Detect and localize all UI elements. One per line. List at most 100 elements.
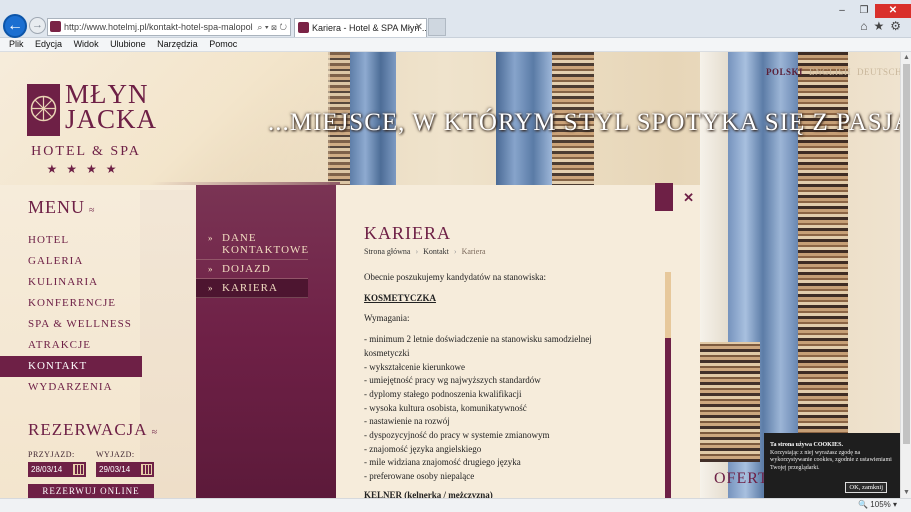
restore-icon[interactable]: ❐ bbox=[853, 4, 875, 18]
job-title: KELNER (kelnerka / mężczyzna) bbox=[364, 489, 493, 498]
logo-name: MŁYN JACKA bbox=[65, 79, 158, 134]
hero-tagline: ...MIEJSCE, W KTÓRYM STYL SPOTYKA SIĘ Z … bbox=[268, 109, 900, 136]
page-scrollbar[interactable]: ▲ ▼ bbox=[900, 52, 911, 498]
menu-title[interactable]: MENU ≈ bbox=[28, 197, 96, 218]
menu-item-wydarzenia[interactable]: WYDARZENIA bbox=[0, 377, 200, 398]
tab-title: Kariera - Hotel & SPA Młyn ... bbox=[312, 23, 427, 33]
content-body: Obecnie poszukujemy kandydatów na stanow… bbox=[364, 271, 630, 498]
lang-english[interactable]: ENGLISH bbox=[809, 67, 851, 77]
book-online-button[interactable]: REZERWUJ ONLINE bbox=[28, 484, 154, 498]
submenu-panel: » DANE KONTAKTOWE » DOJAZD » KARIERA bbox=[196, 185, 336, 498]
intro-text: Obecnie poszukujemy kandydatów na stanow… bbox=[364, 272, 546, 282]
arrow-right-icon: » bbox=[208, 264, 214, 274]
chevron-up-icon: ≈ bbox=[89, 205, 96, 216]
browser-tab-active[interactable]: Kariera - Hotel & SPA Młyn ... ✕ bbox=[294, 18, 427, 37]
menu-widok[interactable]: Widok bbox=[74, 38, 99, 51]
arrow-right-icon: → bbox=[32, 19, 43, 31]
browser-menubar: Plik Edycja Widok Ulubione Narzędzia Pom… bbox=[0, 38, 911, 52]
requirement-item: - umiejętność pracy wg najwyższych stand… bbox=[364, 375, 541, 386]
main-menu: HOTEL GALERIA KULINARIA KONFERENCJE SPA … bbox=[0, 230, 200, 398]
arrow-left-icon: ← bbox=[7, 17, 23, 34]
arrival-date-input[interactable]: 28/03/14 bbox=[28, 462, 86, 477]
cookie-notice: Ta strona używa COOKIES. Korzystając z n… bbox=[764, 433, 900, 498]
breadcrumb-current: Kariera bbox=[461, 247, 486, 256]
arrival-label: PRZYJAZD: bbox=[28, 450, 75, 459]
submenu-item-dane-kontaktowe[interactable]: » DANE KONTAKTOWE bbox=[196, 229, 308, 260]
close-icon[interactable]: ✕ bbox=[683, 190, 694, 206]
submenu-item-dojazd[interactable]: » DOJAZD bbox=[196, 260, 308, 279]
cookie-accept-button[interactable]: OK, zamknij bbox=[845, 481, 887, 493]
submenu-item-kariera[interactable]: » KARIERA bbox=[196, 279, 308, 298]
browser-chrome: ← → http://www.hotelmj.pl/kontakt-hotel-… bbox=[0, 0, 911, 38]
cookie-text: Korzystając z niej wyrażasz zgodę na wyk… bbox=[770, 449, 892, 471]
cookie-title: Ta strona używa COOKIES. bbox=[770, 442, 844, 448]
requirement-item: - znajomość języka angielskiego bbox=[364, 443, 482, 454]
menu-pomoc[interactable]: Pomoc bbox=[209, 38, 237, 51]
content-panel: ✕ KARIERA Strona główna › Kontakt › Kariera … bbox=[336, 183, 700, 498]
requirement-item: - nastawienie na rozwój bbox=[364, 416, 450, 427]
menu-item-konferencje[interactable]: KONFERENCJE bbox=[0, 293, 200, 314]
back-button[interactable]: ← bbox=[3, 14, 27, 38]
window-controls: – ❐ ✕ bbox=[831, 0, 911, 18]
breadcrumb-kontakt[interactable]: Kontakt bbox=[423, 247, 449, 256]
language-switcher: POLSKI ENGLISH DEUTSCH bbox=[766, 67, 900, 77]
scroll-up-icon[interactable]: ▲ bbox=[902, 54, 911, 61]
requirement-item: - preferowane osoby niepalące bbox=[364, 471, 475, 482]
menu-item-kulinaria[interactable]: KULINARIA bbox=[0, 272, 200, 293]
star-rating-icon: ★★★★ bbox=[46, 162, 126, 176]
scroll-down-icon[interactable]: ▼ bbox=[902, 489, 911, 496]
job-title: KOSMETYCZKA bbox=[364, 292, 437, 303]
requirement-item: - mile widziana znajomość drugiego język… bbox=[364, 457, 521, 468]
home-favorites-settings-icons[interactable]: ⌂★⚙ bbox=[860, 19, 907, 33]
address-bar[interactable]: http://www.hotelmj.pl/kontakt-hotel-spa-… bbox=[47, 18, 291, 36]
lang-polski[interactable]: POLSKI bbox=[766, 67, 803, 77]
reservation-title[interactable]: REZERWACJA ≈ bbox=[28, 420, 158, 440]
pillow-decor bbox=[700, 342, 760, 462]
address-tools-icon[interactable]: ⌕ ▾ ⊠ ↻ bbox=[255, 19, 287, 35]
menu-item-spa-wellness[interactable]: SPA & WELLNESS bbox=[0, 314, 200, 335]
logo-wheel-icon bbox=[655, 183, 673, 211]
requirement-item: - minimum 2 letnie doświadczenie na stan… bbox=[364, 334, 592, 358]
requirement-item: - dyspozycyjność do pracy w systemie zmi… bbox=[364, 430, 550, 441]
requirements-label: Wymagania: bbox=[364, 313, 410, 324]
close-window-icon[interactable]: ✕ bbox=[875, 4, 911, 18]
calendar-icon[interactable] bbox=[73, 464, 84, 475]
requirement-item: - wysoka kultura osobista, komunikatywno… bbox=[364, 402, 527, 413]
requirement-item: - wykształcenie kierunkowe bbox=[364, 361, 465, 372]
logo-wheel-icon bbox=[27, 84, 60, 136]
tab-favicon-icon bbox=[298, 22, 309, 33]
address-text: http://www.hotelmj.pl/kontakt-hotel-spa-… bbox=[64, 22, 253, 32]
site-favicon-icon bbox=[50, 21, 61, 32]
offer-heading[interactable]: OFERT bbox=[714, 470, 769, 488]
menu-item-kontakt[interactable]: KONTAKT bbox=[0, 356, 142, 377]
lang-deutsch[interactable]: DEUTSCH bbox=[857, 67, 900, 77]
submenu-list: » DANE KONTAKTOWE » DOJAZD » KARIERA bbox=[196, 229, 308, 298]
menu-item-galeria[interactable]: GALERIA bbox=[0, 251, 200, 272]
requirement-item: - dyplomy stałego podnoszenia kwalifikac… bbox=[364, 388, 522, 399]
departure-date-input[interactable]: 29/03/14 bbox=[96, 462, 154, 477]
close-tab-icon[interactable]: ✕ bbox=[415, 19, 423, 37]
menu-narzedzia[interactable]: Narzędzia bbox=[157, 38, 198, 51]
page-scroll-thumb[interactable] bbox=[903, 64, 910, 444]
menu-ulubione[interactable]: Ulubione bbox=[110, 38, 146, 51]
menu-edycja[interactable]: Edycja bbox=[35, 38, 62, 51]
page-title: KARIERA bbox=[364, 223, 451, 243]
status-bar: 🔍 105% ▾ bbox=[0, 498, 911, 512]
menu-item-hotel[interactable]: HOTEL bbox=[0, 230, 200, 251]
left-sidebar: MENU ≈ HOTEL GALERIA KULINARIA KONFERENCJ… bbox=[0, 185, 200, 498]
breadcrumb: Strona główna › Kontakt › Kariera bbox=[364, 247, 486, 256]
minimize-icon[interactable]: – bbox=[831, 4, 853, 18]
arrow-right-icon: » bbox=[208, 283, 214, 293]
breadcrumb-home[interactable]: Strona główna bbox=[364, 247, 410, 256]
chevron-down-icon: ≈ bbox=[151, 427, 159, 438]
menu-plik[interactable]: Plik bbox=[9, 38, 24, 51]
menu-item-atrakcje[interactable]: ATRAKCJE bbox=[0, 335, 200, 356]
logo-subtitle: HOTEL & SPA bbox=[31, 144, 141, 159]
new-tab-button[interactable] bbox=[428, 18, 446, 36]
content-scrollbar[interactable] bbox=[665, 272, 671, 498]
zoom-level[interactable]: 🔍 105% ▾ bbox=[858, 500, 897, 509]
content-scroll-thumb[interactable] bbox=[665, 338, 671, 498]
forward-button[interactable]: → bbox=[29, 17, 46, 34]
calendar-icon[interactable] bbox=[141, 464, 152, 475]
page-viewport: MŁYN JACKA HOTEL & SPA ★★★★ ...MIEJSCE, W… bbox=[0, 52, 900, 498]
